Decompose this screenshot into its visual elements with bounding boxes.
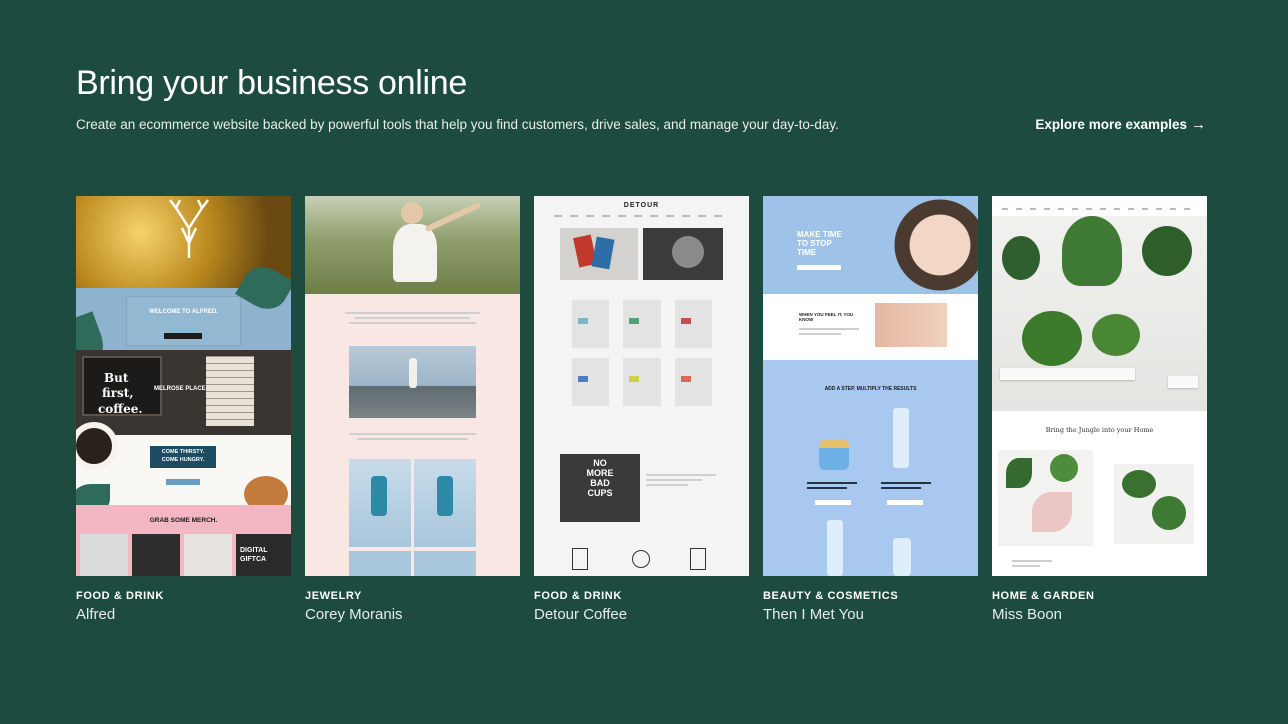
preview-product xyxy=(132,534,180,576)
kettle-icon xyxy=(690,548,706,570)
preview-product xyxy=(184,534,232,576)
preview-welcome-text: WELCOME TO ALFRED. xyxy=(149,309,218,315)
preview-brand-logo: DETOUR xyxy=(623,202,660,209)
preview-steps-title: ADD A STEP. MULTIPLY THE RESULTS xyxy=(824,386,917,392)
arrow-right-icon: → xyxy=(1191,116,1206,133)
plant-icon xyxy=(1062,216,1122,286)
plant-icon xyxy=(1152,496,1186,530)
preview-text-block xyxy=(807,482,857,489)
person-body-icon xyxy=(393,224,437,282)
preview-gift-text: DIGITAL GIFTCA xyxy=(240,547,268,563)
person-icon xyxy=(437,476,453,516)
preview-nav xyxy=(1002,208,1197,210)
preview-button xyxy=(815,500,851,505)
coffee-cup-icon xyxy=(672,236,704,268)
preview-product-photo xyxy=(349,551,411,576)
model-face-photo xyxy=(883,196,978,294)
store-name[interactable]: Then I Met You xyxy=(763,606,978,623)
store-card-miss-boon[interactable]: Bring the Jungle into your Home HOME & G… xyxy=(992,196,1207,623)
preview-text-block xyxy=(646,474,716,486)
coffee-bag-icon xyxy=(572,548,588,570)
preview-merch-title: GRAB SOME MERCH. xyxy=(149,517,218,524)
store-preview-image[interactable]: WELCOME TO ALFRED. But first, coffee. ME… xyxy=(76,196,291,576)
preview-brick-wall xyxy=(206,356,254,426)
preview-button xyxy=(166,479,200,485)
preview-text-block xyxy=(799,328,859,335)
preview-shelf xyxy=(1168,376,1198,388)
antler-logo-icon xyxy=(169,199,209,258)
store-category: BEAUTY & COSMETICS xyxy=(763,590,899,602)
store-preview-image[interactable] xyxy=(305,196,520,576)
store-card-alfred[interactable]: WELCOME TO ALFRED. But first, coffee. ME… xyxy=(76,196,291,623)
explore-more-link[interactable]: Explore more examples → xyxy=(1035,117,1206,132)
preview-button xyxy=(887,500,923,505)
person-head-icon xyxy=(401,202,423,224)
store-name[interactable]: Detour Coffee xyxy=(534,606,749,623)
preview-jar-product xyxy=(819,440,849,470)
store-preview-image[interactable]: DETOUR NO MORE BAD CUPS xyxy=(534,196,749,576)
preview-product-grid xyxy=(572,300,712,406)
leaf-icon xyxy=(1032,492,1072,532)
preview-text-block xyxy=(881,482,931,489)
leaf-icon xyxy=(1006,458,1032,488)
store-category: HOME & GARDEN xyxy=(992,590,1095,602)
preview-products-section xyxy=(763,360,978,576)
plant-icon xyxy=(1122,470,1156,498)
store-card-then-i-met-you[interactable]: MAKE TIME TO STOP TIME WHEN YOU FEEL IT,… xyxy=(763,196,978,623)
plant-icon xyxy=(1092,314,1140,356)
preview-text-block xyxy=(1012,560,1052,567)
preview-promo-text: NO MORE BAD CUPS xyxy=(586,458,614,498)
preview-shelf xyxy=(1000,368,1135,380)
page-subtitle: Create an ecommerce website backed by po… xyxy=(76,117,839,132)
leaf-icon xyxy=(1050,454,1078,482)
preview-promo-2: COME HUNGRY. xyxy=(161,457,205,463)
store-preview-image[interactable]: MAKE TIME TO STOP TIME WHEN YOU FEEL IT,… xyxy=(763,196,978,576)
preview-when-text: WHEN YOU FEEL IT, YOU KNOW xyxy=(799,312,854,322)
preview-promo-1: COME THIRSTY. xyxy=(161,449,205,455)
preview-product xyxy=(572,358,610,406)
plant-icon xyxy=(1002,236,1040,280)
preview-button xyxy=(797,265,841,270)
preview-product xyxy=(80,534,128,576)
preview-text-block xyxy=(349,433,476,443)
preview-product xyxy=(674,300,712,348)
store-card-detour-coffee[interactable]: DETOUR NO MORE BAD CUPS FOOD & DRINK Det… xyxy=(534,196,749,623)
preview-product xyxy=(674,358,712,406)
preview-slogan-3: coffee. xyxy=(98,402,143,416)
coffee-cup-icon xyxy=(632,550,650,568)
store-category: JEWELRY xyxy=(305,590,362,602)
plant-icon xyxy=(1142,226,1192,276)
store-name[interactable]: Alfred xyxy=(76,606,291,623)
preview-tube-product xyxy=(893,408,909,468)
store-category: FOOD & DRINK xyxy=(534,590,622,602)
preview-text-block xyxy=(345,312,480,327)
preview-product-photo xyxy=(414,551,476,576)
preview-slogan-1: But xyxy=(104,371,129,385)
person-icon xyxy=(371,476,387,516)
preview-button xyxy=(164,333,202,339)
store-preview-image[interactable]: Bring the Jungle into your Home xyxy=(992,196,1207,576)
preview-tube-product xyxy=(827,520,843,576)
preview-product xyxy=(623,300,661,348)
example-store-list: WELCOME TO ALFRED. But first, coffee. ME… xyxy=(76,196,1207,623)
preview-slogan-2: first, xyxy=(102,386,134,400)
preview-headline: MAKE TIME TO STOP TIME xyxy=(797,230,842,257)
preview-location: MELROSE PLACE xyxy=(154,386,206,392)
store-name[interactable]: Corey Moranis xyxy=(305,606,520,623)
page-title: Bring your business online xyxy=(76,64,467,102)
preview-product xyxy=(623,358,661,406)
preview-nav xyxy=(554,215,729,217)
store-card-corey-moranis[interactable]: JEWELRY Corey Moranis xyxy=(305,196,520,623)
store-name[interactable]: Miss Boon xyxy=(992,606,1207,623)
store-category: FOOD & DRINK xyxy=(76,590,164,602)
preview-model-photo xyxy=(875,303,947,347)
preview-bottle-product xyxy=(893,538,911,576)
preview-product xyxy=(572,300,610,348)
explore-more-label: Explore more examples xyxy=(1035,117,1187,132)
plant-icon xyxy=(1022,311,1082,366)
person-icon xyxy=(409,358,417,388)
preview-tagline: Bring the Jungle into your Home xyxy=(1045,426,1154,434)
